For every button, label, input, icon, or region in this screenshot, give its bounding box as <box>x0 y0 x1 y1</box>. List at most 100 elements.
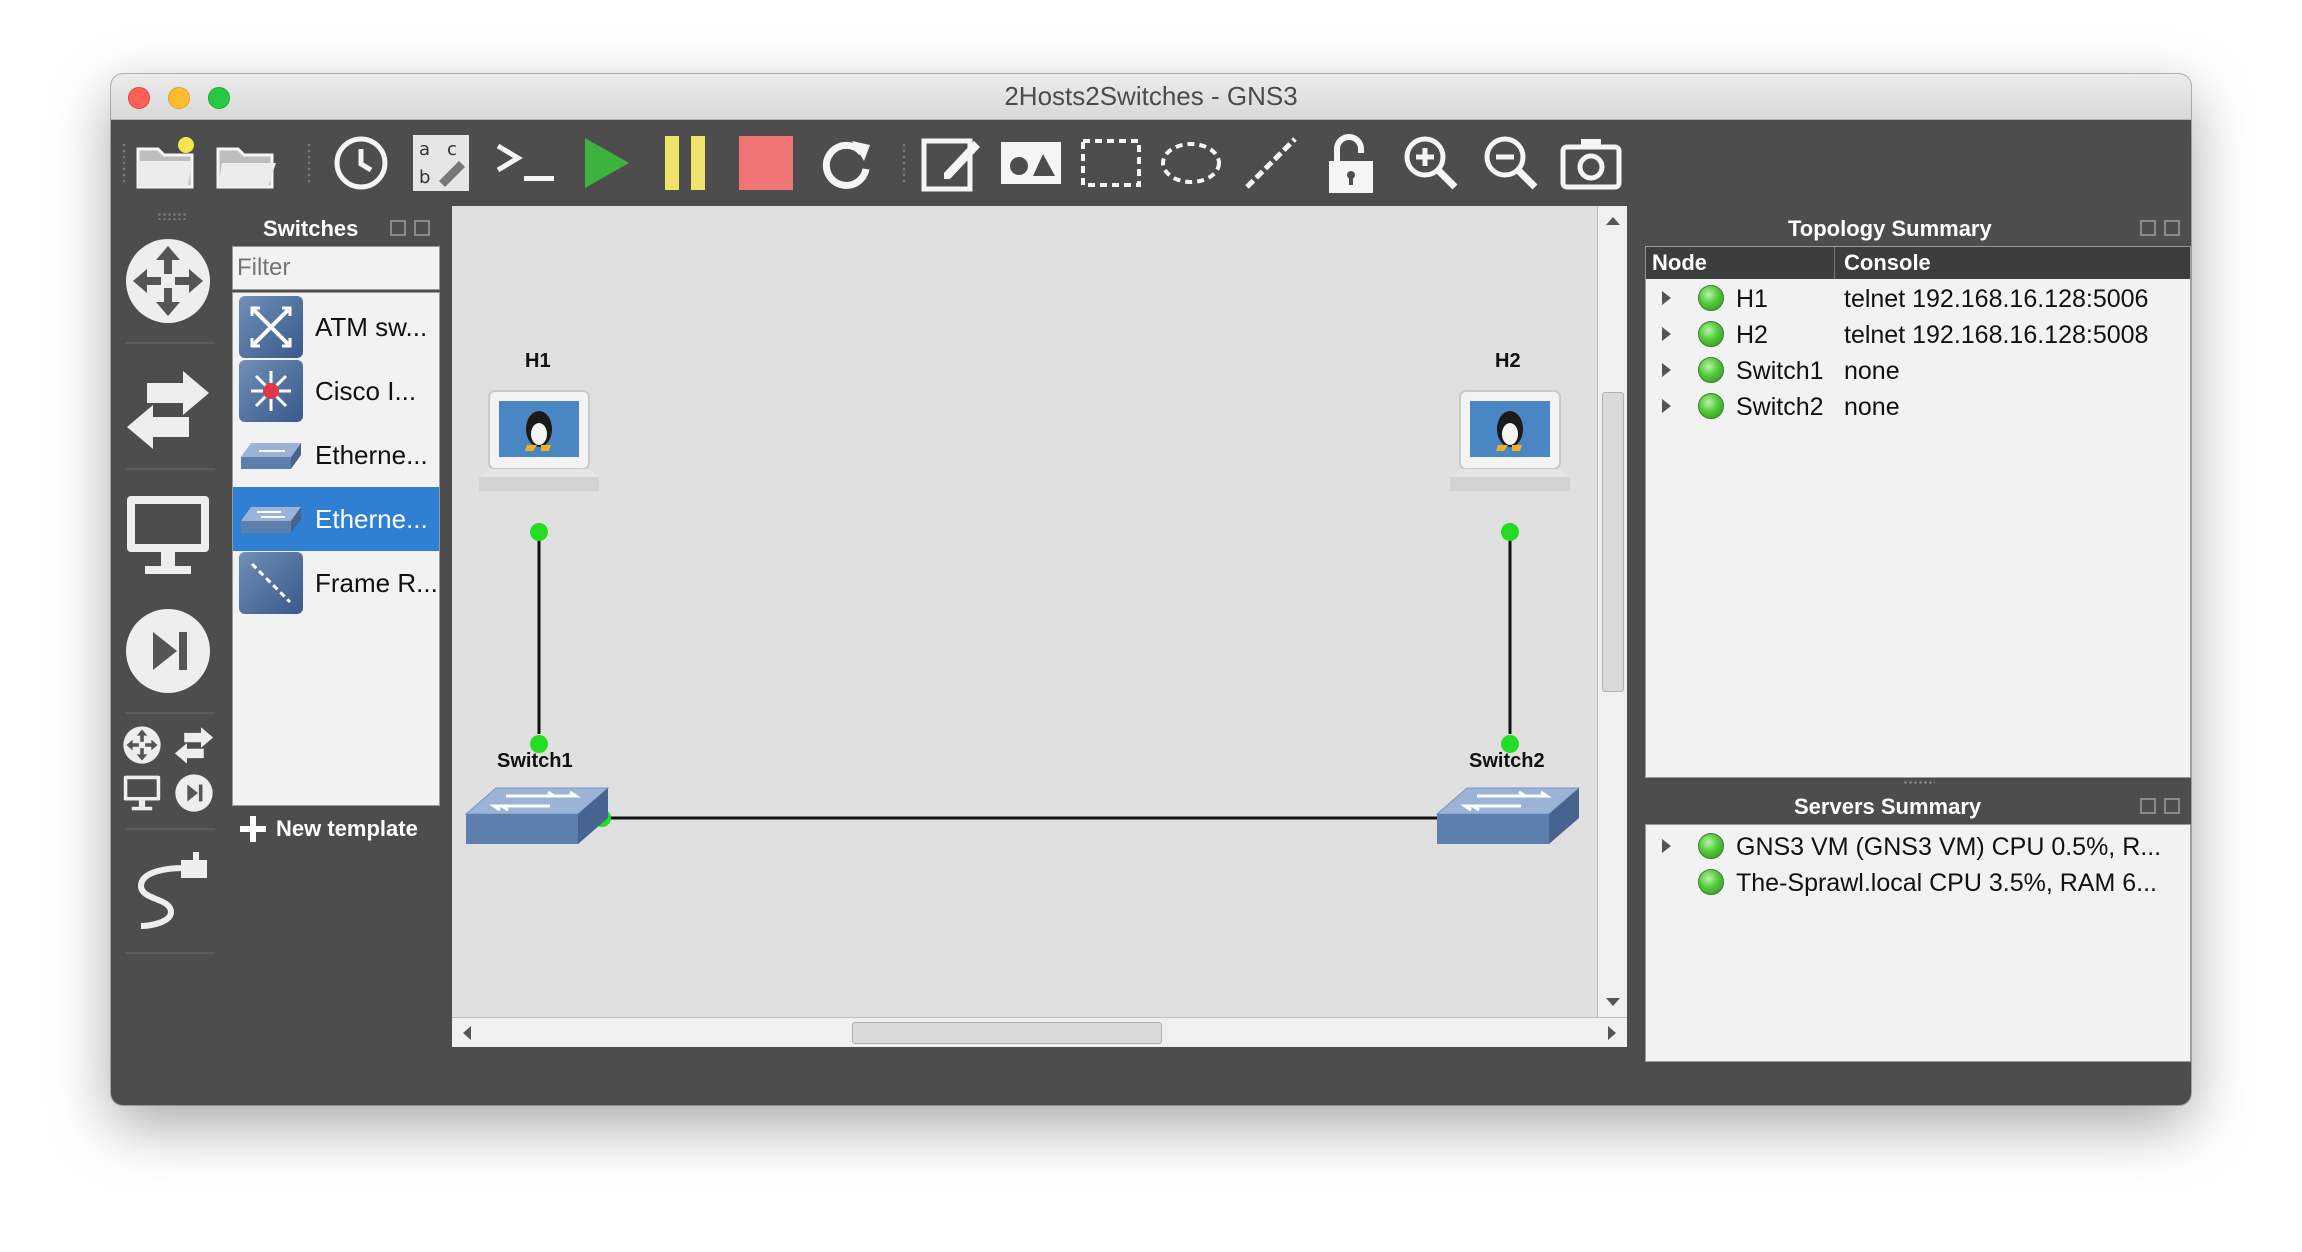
status-green-icon <box>1698 357 1724 383</box>
column-header-console[interactable]: Console <box>1844 250 1931 276</box>
node-label-switch2: Switch2 <box>1469 750 1545 772</box>
console-all-icon[interactable] <box>491 128 561 198</box>
expand-arrow-icon[interactable] <box>1662 839 1671 853</box>
vertical-scroll-thumb[interactable] <box>1602 392 1624 692</box>
host-node-h2[interactable] <box>1450 390 1570 491</box>
close-window-button[interactable] <box>128 87 150 109</box>
new-template-label: New template <box>276 816 418 841</box>
close-panel-button[interactable] <box>414 220 430 236</box>
browse-routers-icon[interactable] <box>123 236 213 326</box>
scroll-down-arrow-icon[interactable] <box>1598 987 1628 1017</box>
node-console: telnet 192.168.16.128:5008 <box>1844 321 2149 349</box>
template-label: Etherne... <box>315 503 428 534</box>
start-all-icon[interactable] <box>571 128 641 198</box>
browse-security-devices-icon[interactable] <box>123 606 213 696</box>
status-green-icon <box>1698 869 1724 895</box>
main-toolbar: acb <box>111 120 2191 206</box>
snapshot-clock-icon[interactable] <box>326 128 396 198</box>
server-text: GNS3 VM (GNS3 VM) CPU 0.5%, R... <box>1736 833 2162 861</box>
device-type-bar <box>111 206 228 1066</box>
filter-input[interactable] <box>232 246 440 290</box>
browse-all-end-devices-small-icon[interactable] <box>119 770 165 816</box>
browse-all-routers-small-icon[interactable] <box>119 722 165 768</box>
browse-end-devices-icon[interactable] <box>123 490 213 580</box>
template-ethernet-hub[interactable]: Etherne... <box>233 423 439 487</box>
node-label-switch1: Switch1 <box>497 750 573 772</box>
switch-node-switch2[interactable] <box>1435 787 1581 844</box>
scroll-right-arrow-icon[interactable] <box>1597 1018 1627 1048</box>
add-note-icon[interactable] <box>916 128 986 198</box>
topology-row-h1[interactable]: H1 telnet 192.168.16.128:5006 <box>1646 281 2190 317</box>
cisco-iou-switch-icon <box>239 360 303 422</box>
horizontal-scroll-thumb[interactable] <box>852 1022 1162 1044</box>
frame-relay-switch-icon <box>239 552 303 614</box>
browse-all-switches-small-icon[interactable] <box>171 722 217 768</box>
toolbar-grip[interactable] <box>306 142 312 186</box>
template-label: Cisco I... <box>315 375 417 406</box>
zoom-out-icon[interactable] <box>1476 128 1546 198</box>
float-panel-button[interactable] <box>2140 220 2156 236</box>
topology-row-switch1[interactable]: Switch1 none <box>1646 353 2190 389</box>
canvas-horizontal-scrollbar[interactable] <box>452 1017 1627 1047</box>
float-panel-button[interactable] <box>390 220 406 236</box>
template-label: ATM sw... <box>315 311 428 342</box>
close-panel-button[interactable] <box>2164 220 2180 236</box>
draw-rectangle-icon[interactable] <box>1076 128 1146 198</box>
expand-arrow-icon[interactable] <box>1662 399 1671 413</box>
new-template-button[interactable]: New template <box>238 814 418 844</box>
minimize-window-button[interactable] <box>168 87 190 109</box>
browse-switches-icon[interactable] <box>123 364 213 454</box>
switch-node-switch1[interactable] <box>464 787 610 844</box>
close-panel-button[interactable] <box>2164 798 2180 814</box>
lock-unlock-icon[interactable] <box>1316 128 1386 198</box>
scroll-up-arrow-icon[interactable] <box>1598 206 1628 236</box>
maximize-window-button[interactable] <box>208 87 230 109</box>
insert-picture-icon[interactable] <box>996 128 1066 198</box>
new-project-icon[interactable] <box>131 128 201 198</box>
topology-row-switch2[interactable]: Switch2 none <box>1646 389 2190 425</box>
column-header-node[interactable]: Node <box>1652 250 1707 276</box>
splitter-grip[interactable] <box>1903 780 1935 786</box>
template-cisco-iou-switch[interactable]: Cisco I... <box>233 359 439 423</box>
reload-all-icon[interactable] <box>811 128 881 198</box>
browse-all-security-small-icon[interactable] <box>171 770 217 816</box>
server-text: The-Sprawl.local CPU 3.5%, RAM 6... <box>1736 869 2157 897</box>
topology-canvas[interactable]: H1 H2 Switch1 Switch2 <box>452 206 1597 1017</box>
server-row-local[interactable]: The-Sprawl.local CPU 3.5%, RAM 6... <box>1646 865 2190 901</box>
expand-arrow-icon[interactable] <box>1662 327 1671 341</box>
topology-summary-tree: Node Console H1 telnet 192.168.16.128:50… <box>1645 246 2191 778</box>
toolbar-grip[interactable] <box>121 142 127 186</box>
expand-arrow-icon[interactable] <box>1662 363 1671 377</box>
draw-line-icon[interactable] <box>1236 128 1306 198</box>
status-green-icon <box>1698 321 1724 347</box>
link-status-dot <box>530 523 548 541</box>
zoom-in-icon[interactable] <box>1396 128 1466 198</box>
canvas-vertical-scrollbar[interactable] <box>1597 206 1627 1017</box>
scroll-left-arrow-icon[interactable] <box>452 1018 482 1048</box>
expand-arrow-icon[interactable] <box>1662 291 1671 305</box>
template-ethernet-switch[interactable]: Etherne... <box>233 487 439 551</box>
gns3-window: 2Hosts2Switches - GNS3 acb Switches Filt… <box>111 74 2191 1105</box>
template-frame-relay-switch[interactable]: Frame R... <box>233 551 439 615</box>
add-link-cable-icon[interactable] <box>123 848 213 938</box>
topology-row-h2[interactable]: H2 telnet 192.168.16.128:5008 <box>1646 317 2190 353</box>
open-project-icon[interactable] <box>211 128 281 198</box>
host-node-h1[interactable] <box>479 390 599 491</box>
stop-all-icon[interactable] <box>731 128 801 198</box>
node-name: H2 <box>1736 321 1768 349</box>
right-dock: Topology Summary Node Console H1 telnet … <box>1645 206 2191 1066</box>
node-console: none <box>1844 393 1900 421</box>
server-row-gns3-vm[interactable]: GNS3 VM (GNS3 VM) CPU 0.5%, R... <box>1646 829 2190 865</box>
svg-text:c: c <box>447 139 457 160</box>
toolbar-grip[interactable] <box>901 142 907 186</box>
node-name: Switch2 <box>1736 393 1824 421</box>
float-panel-button[interactable] <box>2140 798 2156 814</box>
dock-grip[interactable] <box>157 212 187 220</box>
servers-summary-title: Servers Summary <box>1794 794 1982 819</box>
draw-ellipse-icon[interactable] <box>1156 128 1226 198</box>
svg-text:a: a <box>419 139 430 160</box>
screenshot-icon[interactable] <box>1556 128 1626 198</box>
template-atm-switch[interactable]: ATM sw... <box>233 295 439 359</box>
suspend-all-icon[interactable] <box>651 128 721 198</box>
show-interface-labels-icon[interactable]: acb <box>406 128 476 198</box>
